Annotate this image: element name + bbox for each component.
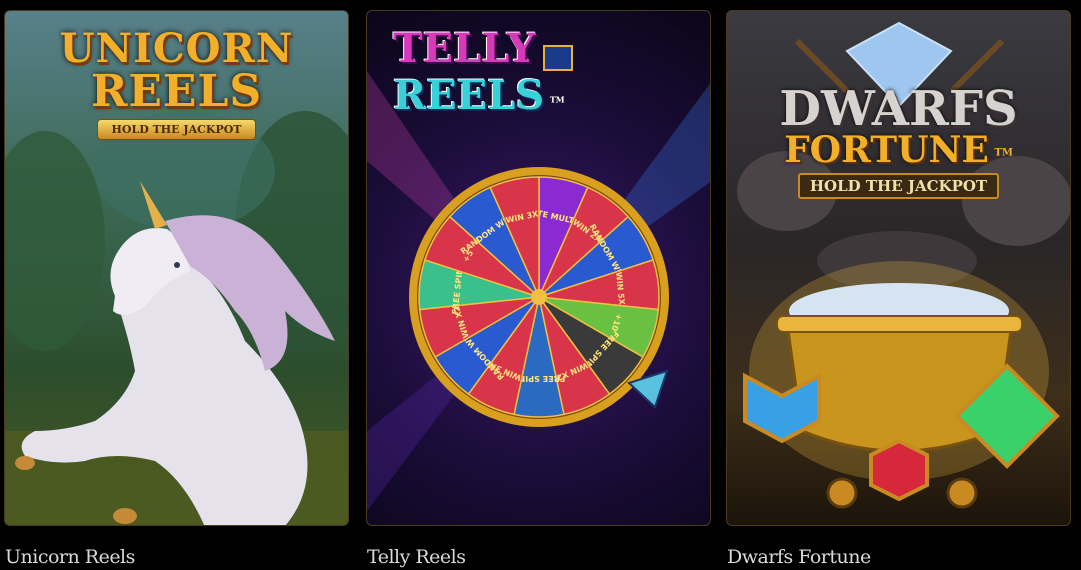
logo-line-2: REELS: [90, 66, 263, 117]
logo-ribbon: HOLD THE JACKPOT: [96, 119, 257, 140]
game-card-telly-reels[interactable]: INFINITE MULTIPLIER WIN 2X RANDOM WILDS WIN…: [366, 10, 711, 526]
telly-reels-logo: TELLY REELS TM: [393, 25, 710, 119]
trademark: TM: [994, 147, 1013, 159]
game-title-dwarfs-fortune[interactable]: Dwarfs Fortune: [727, 546, 871, 568]
game-card-dwarfs-fortune[interactable]: DWARFS FORTUNE TM HOLD THE JACKPOT: [726, 10, 1071, 526]
game-title-telly-reels[interactable]: Telly Reels: [367, 546, 466, 568]
tv-icon: [543, 44, 574, 71]
logo-ribbon: HOLD THE JACKPOT: [797, 173, 1000, 199]
unicorn-reels-logo: UNICORN REELS HOLD THE JACKPOT: [5, 25, 348, 140]
red-gem-icon: [869, 438, 929, 502]
dwarfs-fortune-logo: DWARFS FORTUNE TM HOLD THE JACKPOT: [727, 81, 1070, 199]
game-card-unicorn-reels[interactable]: UNICORN REELS HOLD THE JACKPOT: [4, 10, 349, 526]
logo-line-2: REELS: [393, 72, 545, 119]
logo-line-1: TELLY: [393, 25, 536, 72]
logo-line-2: FORTUNE: [784, 129, 989, 171]
game-grid: UNICORN REELS HOLD THE JACKPOT INFINITE …: [0, 0, 1081, 570]
game-title-unicorn-reels[interactable]: Unicorn Reels: [5, 546, 135, 568]
logo-line-1: UNICORN: [59, 25, 294, 72]
trademark: TM: [549, 94, 565, 105]
